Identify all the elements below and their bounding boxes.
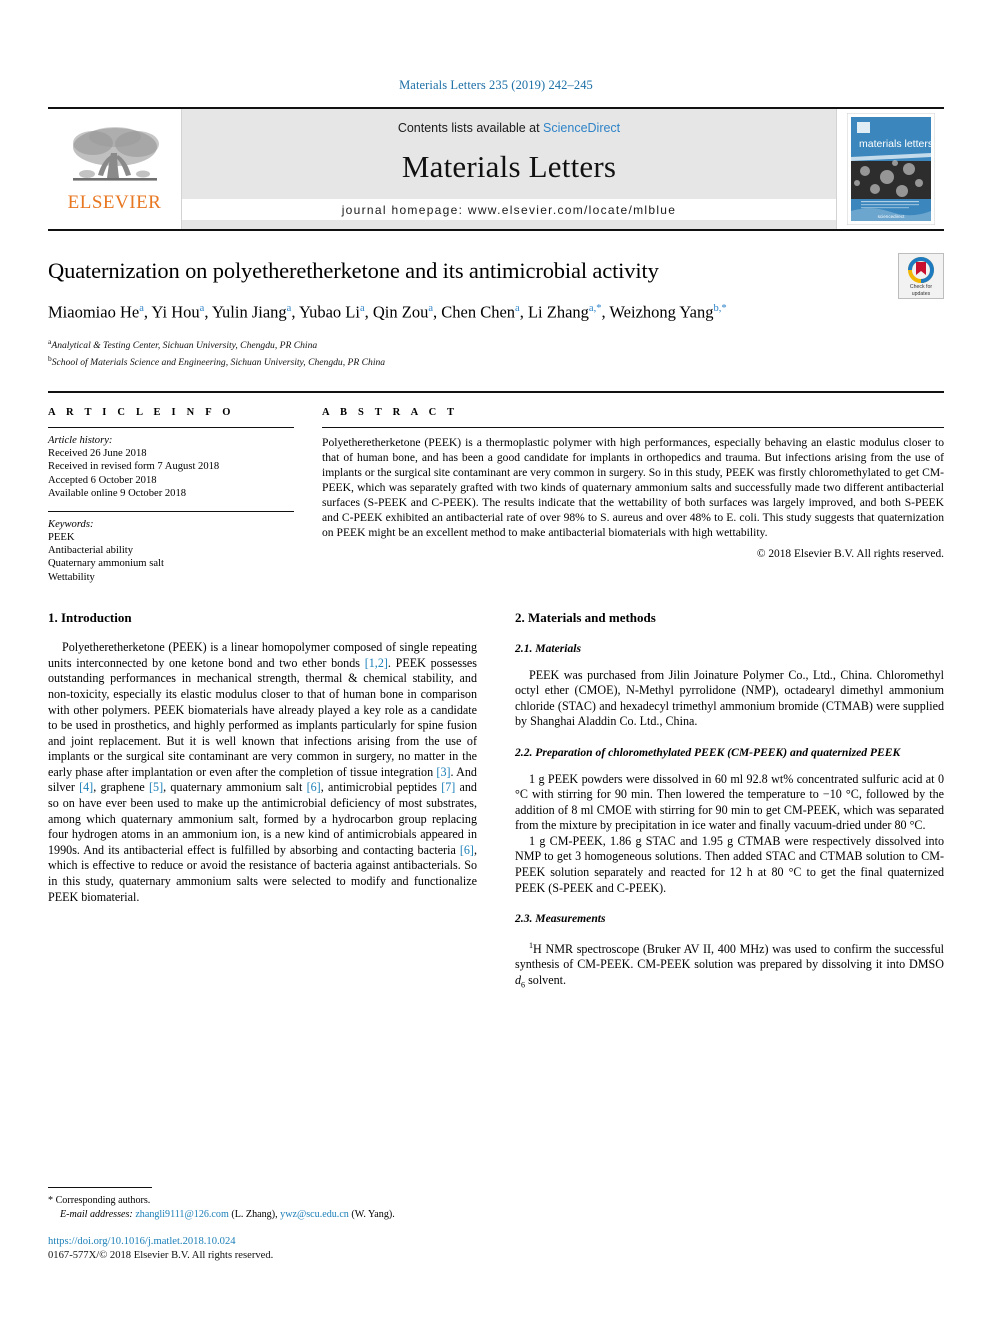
email-link-1[interactable]: zhangli9111@126.com (135, 1209, 229, 1220)
subsection-heading-measurements: 2.3. Measurements (515, 912, 606, 926)
journal-title: Materials Letters (401, 149, 617, 184)
info-abstract-row: A R T I C L E I N F O Article history: R… (48, 390, 944, 584)
author-affiliation-marker: a,* (588, 303, 602, 314)
doi-link[interactable]: https://doi.org/10.1016/j.matlet.2018.10… (48, 1235, 460, 1249)
abstract-label: A B S T R A C T (322, 406, 459, 418)
article-history-list: Received 26 June 2018 Received in revised… (48, 447, 294, 501)
page-title: Quaternization on polyetheretherketone a… (48, 258, 659, 283)
crossmark-label-line2: updates (911, 291, 931, 297)
right-column: 2. Materials and methods 2.1. Materials … (515, 610, 944, 993)
article-info-column: A R T I C L E I N F O Article history: R… (48, 407, 294, 584)
svg-text:sciencedirect: sciencedirect (877, 214, 905, 219)
contents-available-line: Contents lists available at ScienceDirec… (398, 121, 620, 135)
email-label: E-mail addresses: (60, 1208, 133, 1220)
affiliation-list: aAnalytical & Testing Center, Sichuan Un… (48, 335, 944, 369)
author-affiliation-marker: a (515, 303, 520, 314)
journal-masthead: ELSEVIER Contents lists available at Sci… (48, 107, 944, 231)
author-name: Yi Hou (151, 302, 200, 322)
abstract-rule (322, 426, 944, 428)
author-affiliation-marker: a (428, 303, 433, 314)
author-name: Chen Chen (441, 302, 516, 322)
citation-link[interactable]: [6] (307, 780, 321, 794)
page-footer: * Corresponding authors. E-mail addresse… (48, 1187, 460, 1263)
title-block: Quaternization on polyetheretherketone a… (48, 253, 944, 369)
introduction-paragraph: Polyetheretherketone (PEEK) is a linear … (48, 640, 477, 904)
author-name: Qin Zou (372, 302, 429, 322)
abstract-text: Polyetheretherketone (PEEK) is a thermop… (322, 435, 944, 540)
email-owner-2: (W. Yang). (351, 1208, 395, 1220)
crossmark-label-line1: Check for (909, 284, 933, 290)
section-heading-introduction: 1. Introduction (48, 610, 132, 626)
sciencedirect-link[interactable]: ScienceDirect (543, 121, 620, 135)
cover-image: materials letters sciencedirect (846, 113, 935, 225)
keyword-item: Wettability (48, 571, 95, 583)
author-name: Yubao Li (298, 302, 360, 322)
subsection-heading-preparation: 2.2. Preparation of chloromethylated PEE… (515, 746, 901, 759)
left-column: 1. Introduction Polyetheretherketone (PE… (48, 610, 477, 993)
citation-link[interactable]: [3] (436, 765, 450, 779)
abstract-copyright: © 2018 Elsevier B.V. All rights reserved… (756, 547, 944, 560)
email-addresses-line: E-mail addresses: zhangli9111@126.com (L… (48, 1208, 460, 1222)
elsevier-logo: ELSEVIER (48, 109, 182, 229)
keywords-heading: Keywords: (48, 518, 94, 530)
author-name: Yulin Jiang (211, 302, 287, 322)
author-affiliation-marker: a (139, 303, 144, 314)
article-info-rule (48, 426, 294, 428)
author-name: Li Zhang (527, 302, 589, 322)
keyword-item: Antibacterial ability (48, 544, 134, 556)
keyword-item: Quaternary ammonium salt (48, 558, 164, 570)
article-history-item: Received 26 June 2018 (48, 447, 147, 459)
author-name: Weizhong Yang (609, 302, 714, 322)
author-list: Miaomiao Hea, Yi Houa, Yulin Jianga, Yub… (48, 302, 727, 322)
crossmark-icon (908, 257, 934, 283)
svg-text:materials letters: materials letters (859, 138, 933, 150)
preparation-paragraph-1: 1 g PEEK powders were dissolved in 60 ml… (515, 771, 944, 833)
author-affiliation-marker: b,* (713, 303, 727, 314)
article-info-label: A R T I C L E I N F O (48, 406, 235, 418)
journal-homepage[interactable]: journal homepage: www.elsevier.com/locat… (182, 199, 836, 220)
contents-prefix: Contents lists available at (397, 121, 544, 135)
body-columns: 1. Introduction Polyetheretherketone (PE… (48, 610, 944, 993)
citation-link[interactable]: [7] (441, 780, 455, 794)
superscript-proton: 1 (529, 940, 533, 950)
masthead-center: Contents lists available at ScienceDirec… (182, 109, 836, 229)
keywords-rule (48, 510, 294, 512)
footnote-rule (48, 1187, 152, 1188)
journal-cover-thumbnail: materials letters sciencedirect (836, 109, 944, 229)
section-heading-materials-methods: 2. Materials and methods (515, 610, 656, 626)
article-history-item: Available online 9 October 2018 (48, 488, 187, 500)
citation-link[interactable]: [1,2] (365, 656, 388, 670)
email-owner-1: (L. Zhang), (231, 1208, 278, 1220)
email-link-2[interactable]: ywz@scu.edu.cn (280, 1209, 349, 1220)
running-head: Materials Letters 235 (2019) 242–245 (399, 78, 593, 92)
author-affiliation-marker: a (199, 303, 205, 314)
crossmark-badge[interactable]: Check for updates (898, 253, 944, 299)
doi-block: https://doi.org/10.1016/j.matlet.2018.10… (48, 1235, 460, 1263)
materials-paragraph: PEEK was purchased from Jilin Joinature … (515, 667, 944, 729)
preparation-paragraph-2: 1 g CM-PEEK, 1.86 g STAC and 1.95 g CTMA… (515, 833, 944, 895)
article-history-heading: Article history: (48, 434, 113, 446)
abstract-column: A B S T R A C T Polyetheretherketone (PE… (322, 407, 944, 584)
elsevier-tree-icon (72, 126, 159, 181)
measurements-paragraph: 1H NMR spectroscope (Bruker AV II, 400 M… (515, 940, 944, 990)
keywords-list: PEEK Antibacterial ability Quaternary ammo… (48, 531, 294, 585)
affiliation-line: aAnalytical & Testing Center, Sichuan Un… (48, 336, 318, 351)
elsevier-wordmark: ELSEVIER (67, 191, 162, 213)
article-history-item: Received in revised form 7 August 2018 (48, 461, 220, 473)
paper-page: Materials Letters 235 (2019) 242–245 ELS… (0, 0, 992, 1323)
corresponding-authors-note: * Corresponding authors. (48, 1195, 151, 1206)
citation-link[interactable]: [5] (149, 780, 163, 794)
author-name: Miaomiao He (48, 302, 140, 322)
author-affiliation-marker: a (359, 303, 365, 314)
subsection-heading-materials: 2.1. Materials (515, 642, 582, 656)
keyword-item: PEEK (48, 531, 75, 543)
article-history-item: Accepted 6 October 2018 (48, 474, 157, 486)
subscript-six: 6 (521, 980, 526, 990)
affiliation-line: bSchool of Materials Science and Enginee… (48, 353, 386, 368)
author-affiliation-marker: a (286, 303, 292, 314)
issn-copyright-line: 0167-577X/© 2018 Elsevier B.V. All right… (48, 1250, 274, 1261)
citation-link[interactable]: [4] (79, 780, 93, 794)
citation-link[interactable]: [6] (460, 843, 474, 857)
